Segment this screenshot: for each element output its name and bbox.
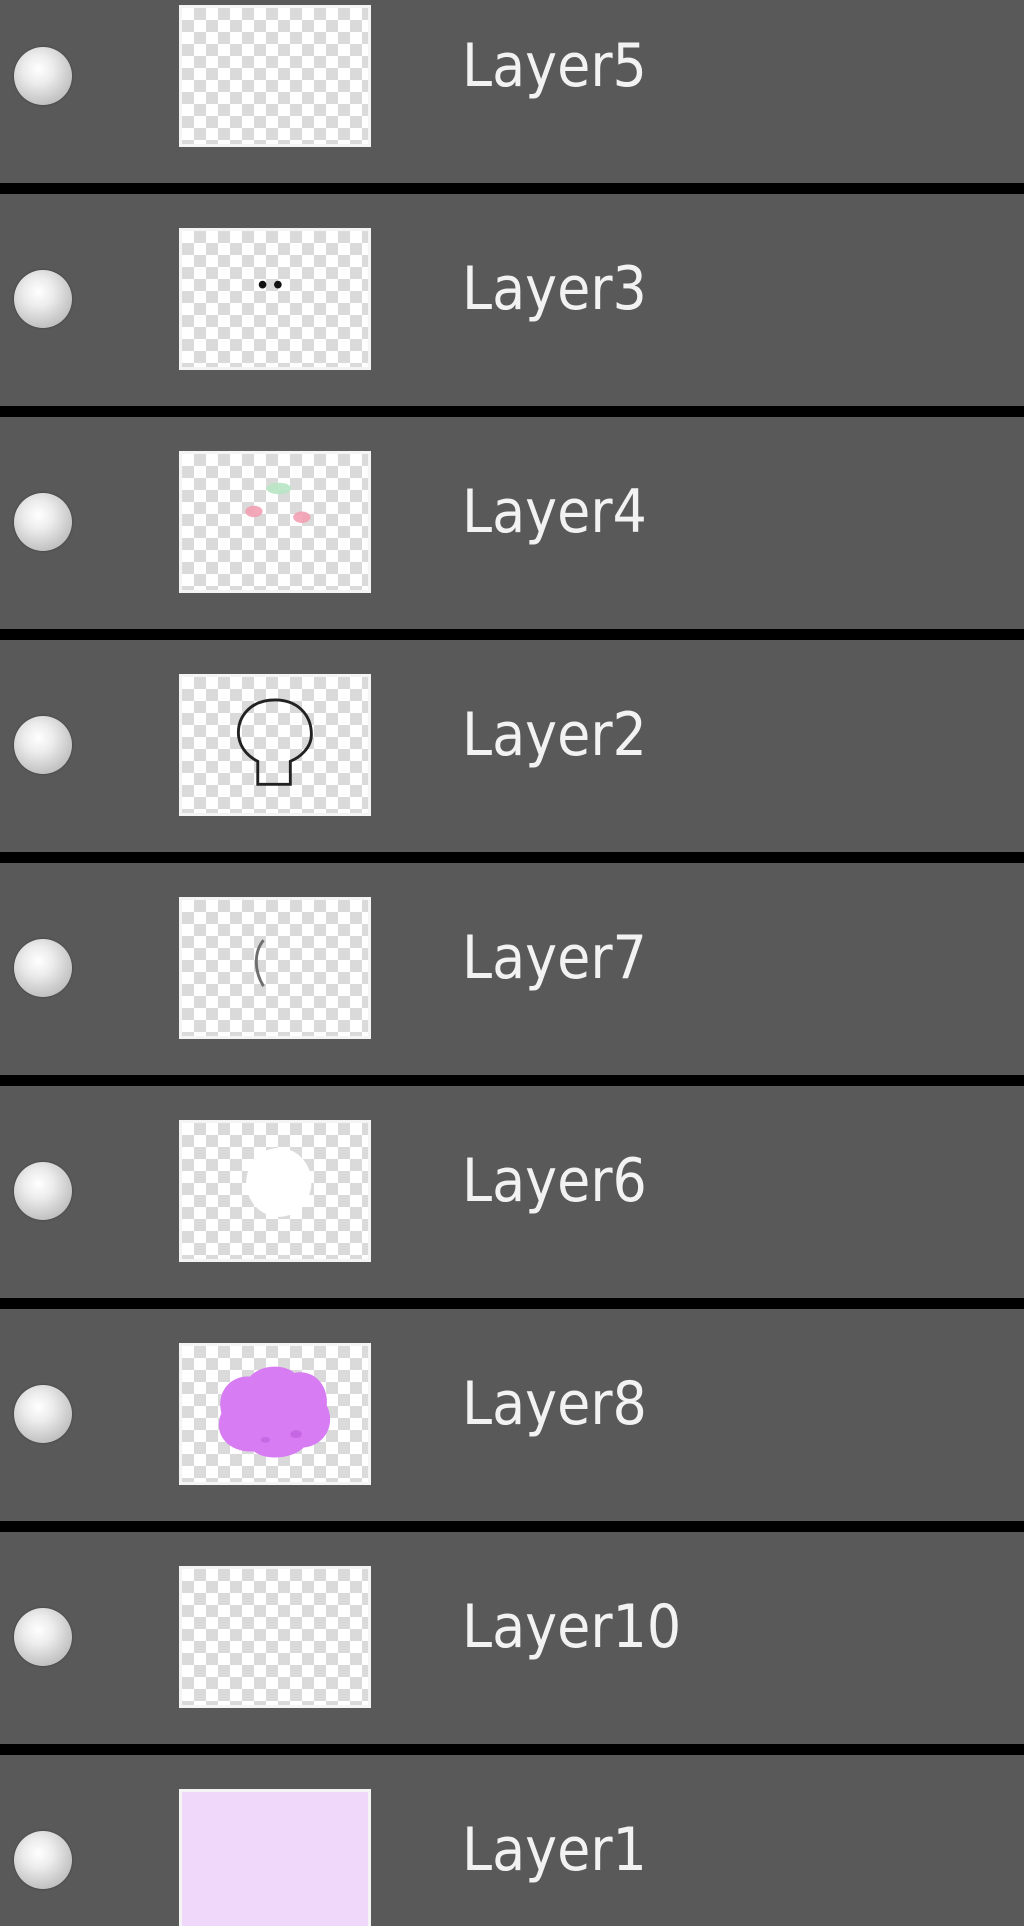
layer-row-layer1[interactable]: Layer1 xyxy=(0,1755,1024,1926)
layer-name: Layer3 xyxy=(462,254,647,324)
layer-name: Layer8 xyxy=(462,1369,647,1439)
layer-thumbnail xyxy=(179,1566,371,1708)
layers-panel: Layer5 Layer3 Layer4 Layer2 Layer7 Layer… xyxy=(0,0,1024,1926)
layer-row-layer3[interactable]: Layer3 xyxy=(0,194,1024,406)
layer-row-layer10[interactable]: Layer10 xyxy=(0,1532,1024,1744)
layer-thumbnail xyxy=(179,228,371,370)
visibility-toggle-icon[interactable] xyxy=(14,1608,72,1666)
layer-name: Layer10 xyxy=(462,1592,682,1662)
layer-thumbnail xyxy=(179,1343,371,1485)
layer-row-layer7[interactable]: Layer7 xyxy=(0,863,1024,1075)
layer-name: Layer4 xyxy=(462,477,647,547)
layer-name: Layer1 xyxy=(462,1815,647,1885)
purple-blob-thumbnail-art xyxy=(218,1366,331,1458)
layer-thumbnail xyxy=(179,1120,371,1262)
layer-row-layer5[interactable]: Layer5 xyxy=(0,0,1024,183)
layer-thumbnail xyxy=(179,897,371,1039)
visibility-toggle-icon[interactable] xyxy=(14,1385,72,1443)
two-dots-thumbnail-art xyxy=(258,280,282,289)
layer-name: Layer5 xyxy=(462,31,647,101)
curved-stroke-thumbnail-art xyxy=(254,939,265,987)
layer-row-layer4[interactable]: Layer4 xyxy=(0,417,1024,629)
layer-thumbnail xyxy=(179,5,371,147)
blush-marks-thumbnail-art xyxy=(245,482,311,523)
layer-row-layer8[interactable]: Layer8 xyxy=(0,1309,1024,1521)
layer-name: Layer7 xyxy=(462,923,647,993)
layer-row-layer6[interactable]: Layer6 xyxy=(0,1086,1024,1298)
visibility-toggle-icon[interactable] xyxy=(14,716,72,774)
layer-thumbnail xyxy=(179,1789,371,1926)
visibility-toggle-icon[interactable] xyxy=(14,1831,72,1889)
visibility-toggle-icon[interactable] xyxy=(14,493,72,551)
head-outline-thumbnail-art xyxy=(237,698,313,786)
layer-thumbnail xyxy=(179,451,371,593)
white-blob-thumbnail-art xyxy=(246,1147,312,1217)
layer-row-layer2[interactable]: Layer2 xyxy=(0,640,1024,852)
visibility-toggle-icon[interactable] xyxy=(14,939,72,997)
layer-thumbnail xyxy=(179,674,371,816)
layer-name: Layer2 xyxy=(462,700,647,770)
visibility-toggle-icon[interactable] xyxy=(14,1162,72,1220)
layer-name: Layer6 xyxy=(462,1146,647,1216)
visibility-toggle-icon[interactable] xyxy=(14,47,72,105)
visibility-toggle-icon[interactable] xyxy=(14,270,72,328)
